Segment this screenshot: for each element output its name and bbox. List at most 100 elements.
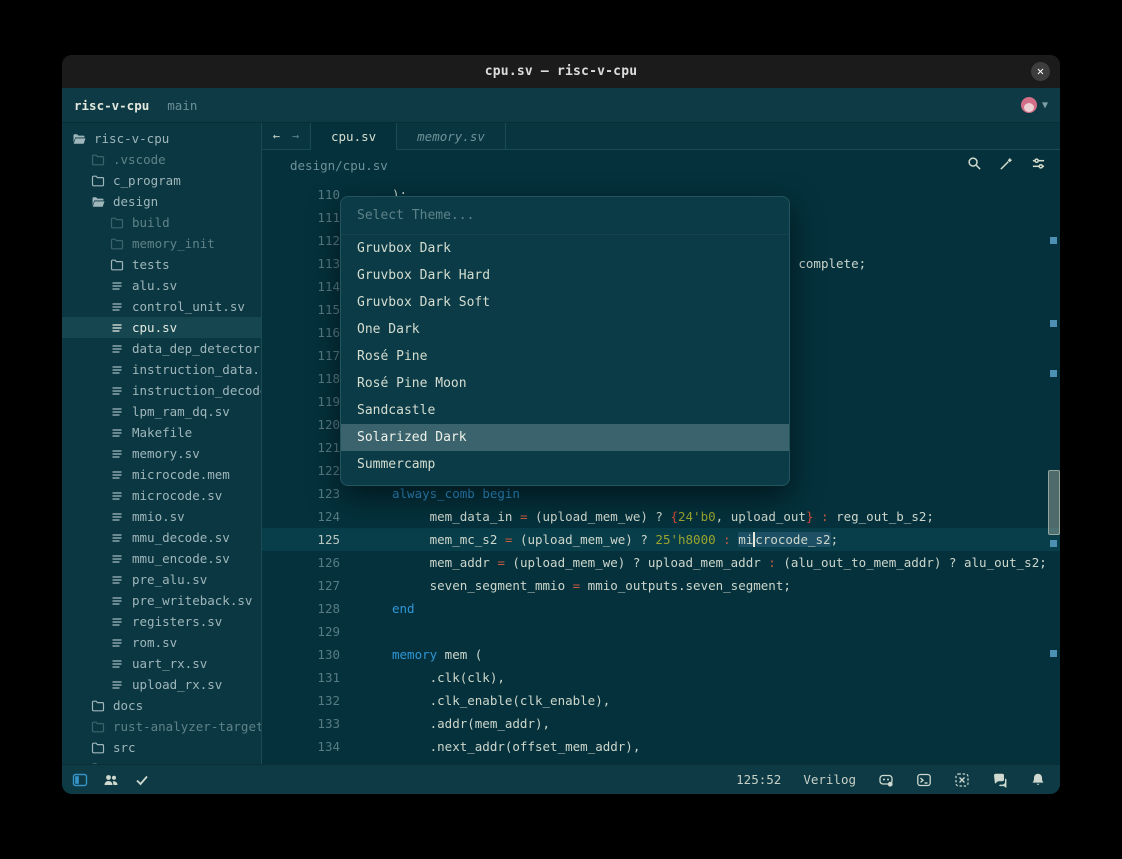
tree-item-mmu_decode.sv[interactable]: mmu_decode.sv bbox=[62, 527, 261, 548]
theme-option-Rosé Pine Moon[interactable]: Rosé Pine Moon bbox=[341, 370, 789, 397]
code-line-127[interactable]: 127 seven_segment_mmio = mmio_outputs.se… bbox=[262, 574, 1060, 597]
window-title: cpu.sv — risc-v-cpu bbox=[485, 64, 638, 79]
nav-forward-icon[interactable]: → bbox=[292, 129, 299, 143]
tree-item-design[interactable]: design bbox=[62, 191, 261, 212]
tree-item-label: pre_alu.sv bbox=[132, 572, 207, 587]
tree-item-label: c_program bbox=[113, 173, 181, 188]
close-icon[interactable]: ✕ bbox=[1031, 62, 1050, 81]
line-number: 124 bbox=[262, 505, 340, 528]
tree-item-pre_writeback.sv[interactable]: pre_writeback.sv bbox=[62, 590, 261, 611]
scrollbar-thumb[interactable] bbox=[1048, 470, 1060, 535]
tree-item-c_program[interactable]: c_program bbox=[62, 170, 261, 191]
file-icon bbox=[110, 510, 124, 524]
theme-option-Summercamp[interactable]: Summercamp bbox=[341, 451, 789, 478]
tree-item-tests[interactable]: tests bbox=[62, 254, 261, 275]
tree-item-Makefile[interactable]: Makefile bbox=[62, 422, 261, 443]
notifications-bell-icon[interactable] bbox=[1030, 772, 1046, 788]
terminal-icon[interactable] bbox=[916, 772, 932, 788]
tree-item-rom.sv[interactable]: rom.sv bbox=[62, 632, 261, 653]
code-line-126[interactable]: 126 mem_addr = (upload_mem_we) ? upload_… bbox=[262, 551, 1060, 574]
tree-item-rust-analyzer-target[interactable]: rust-analyzer-target bbox=[62, 716, 261, 737]
tree-item-pre_alu.sv[interactable]: pre_alu.sv bbox=[62, 569, 261, 590]
chevron-down-icon[interactable]: ▼ bbox=[1042, 100, 1048, 111]
tree-item-control_unit.sv[interactable]: control_unit.sv bbox=[62, 296, 261, 317]
folder-open-icon bbox=[72, 132, 86, 146]
theme-option-Gruvbox Dark[interactable]: Gruvbox Dark bbox=[341, 235, 789, 262]
tree-item-.vscode[interactable]: .vscode bbox=[62, 149, 261, 170]
language-selector[interactable]: Verilog bbox=[803, 772, 856, 787]
line-number: 130 bbox=[262, 643, 340, 666]
theme-search-input[interactable]: Select Theme... bbox=[341, 197, 789, 235]
code-line-134[interactable]: 134 .next_addr(offset_mem_addr), bbox=[262, 735, 1060, 758]
tab-memory.sv[interactable]: memory.sv bbox=[397, 123, 506, 149]
code-line-125[interactable]: 125 mem_mc_s2 = (upload_mem_we) ? 25'h80… bbox=[262, 528, 1060, 551]
code-line-130[interactable]: 130memory mem ( bbox=[262, 643, 1060, 666]
theme-option-Solarized Dark[interactable]: Solarized Dark bbox=[341, 424, 789, 451]
editor-pane: ← → cpu.svmemory.sv design/cpu.sv bbox=[262, 123, 1060, 764]
tree-item-data_dep_detector.sv[interactable]: data_dep_detector.sv bbox=[62, 338, 261, 359]
tree-item-mmu_encode.sv[interactable]: mmu_encode.sv bbox=[62, 548, 261, 569]
tree-item-risc-v-cpu[interactable]: risc-v-cpu bbox=[62, 128, 261, 149]
line-number: 118 bbox=[262, 367, 340, 390]
file-icon bbox=[110, 300, 124, 314]
tree-item-memory.sv[interactable]: memory.sv bbox=[62, 443, 261, 464]
tree-item-instruction_data.sv[interactable]: instruction_data.sv bbox=[62, 359, 261, 380]
code-line-132[interactable]: 132 .clk_enable(clk_enable), bbox=[262, 689, 1060, 712]
tree-item-label: registers.sv bbox=[132, 614, 222, 629]
project-name-button[interactable]: risc-v-cpu bbox=[74, 98, 149, 113]
collaboration-icon[interactable] bbox=[103, 772, 119, 788]
code-line-129[interactable]: 129 bbox=[262, 620, 1060, 643]
magic-wand-icon[interactable] bbox=[999, 156, 1014, 175]
tab-cpu.sv[interactable]: cpu.sv bbox=[311, 123, 397, 150]
project-panel-toggle-icon[interactable] bbox=[72, 772, 88, 788]
file-icon bbox=[110, 594, 124, 608]
chat-icon[interactable] bbox=[992, 772, 1008, 788]
tree-item-microcode.sv[interactable]: microcode.sv bbox=[62, 485, 261, 506]
tree-item-upload_rx.sv[interactable]: upload_rx.sv bbox=[62, 674, 261, 695]
tree-item-registers.sv[interactable]: registers.sv bbox=[62, 611, 261, 632]
scrollbar-marker bbox=[1050, 237, 1057, 244]
tree-item-label: mmu_encode.sv bbox=[132, 551, 230, 566]
theme-option-One Dark[interactable]: One Dark bbox=[341, 316, 789, 343]
theme-option-Gruvbox Dark Soft[interactable]: Gruvbox Dark Soft bbox=[341, 289, 789, 316]
code-line-135[interactable]: 135 .data_in(mem_data_in) bbox=[262, 758, 1060, 764]
code-line-131[interactable]: 131 .clk(clk), bbox=[262, 666, 1060, 689]
code-line-133[interactable]: 133 .addr(mem_addr), bbox=[262, 712, 1060, 735]
avatar[interactable] bbox=[1021, 97, 1037, 113]
line-number: 114 bbox=[262, 275, 340, 298]
theme-option-Rosé Pine[interactable]: Rosé Pine bbox=[341, 343, 789, 370]
tree-item-label: pre_writeback.sv bbox=[132, 593, 252, 608]
search-icon[interactable] bbox=[967, 156, 982, 175]
tree-item-build[interactable]: build bbox=[62, 212, 261, 233]
nav-back-icon[interactable]: ← bbox=[273, 129, 280, 143]
breadcrumb[interactable]: design/cpu.sv bbox=[290, 158, 388, 173]
edit-prediction-icon[interactable] bbox=[878, 772, 894, 788]
tree-item-src[interactable]: src bbox=[62, 737, 261, 758]
code-settings-icon[interactable] bbox=[1031, 156, 1046, 175]
tree-item-microcode.mem[interactable]: microcode.mem bbox=[62, 464, 261, 485]
tree-item-label: lpm_ram_dq.sv bbox=[132, 404, 230, 419]
tree-item-mmio.sv[interactable]: mmio.sv bbox=[62, 506, 261, 527]
tree-item-docs[interactable]: docs bbox=[62, 695, 261, 716]
line-number: 131 bbox=[262, 666, 340, 689]
branch-button[interactable]: main bbox=[167, 98, 197, 113]
tree-item-uart_rx.sv[interactable]: uart_rx.sv bbox=[62, 653, 261, 674]
app-window: cpu.sv — risc-v-cpu ✕ risc-v-cpu main ▼ … bbox=[62, 55, 1060, 794]
tree-item-memory_init[interactable]: memory_init bbox=[62, 233, 261, 254]
theme-option-Sandcastle[interactable]: Sandcastle bbox=[341, 397, 789, 424]
folder-icon bbox=[91, 699, 105, 713]
line-number: 110 bbox=[262, 183, 340, 206]
diagnostics-check-icon[interactable] bbox=[134, 772, 150, 788]
code-line-124[interactable]: 124 mem_data_in = (upload_mem_we) ? {24'… bbox=[262, 505, 1060, 528]
tree-item-instruction_decoder.sv[interactable]: instruction_decoder.sv bbox=[62, 380, 261, 401]
assistant-panel-icon[interactable] bbox=[954, 772, 970, 788]
theme-option-Gruvbox Dark Hard[interactable]: Gruvbox Dark Hard bbox=[341, 262, 789, 289]
line-number: 111 bbox=[262, 206, 340, 229]
tree-item-cpu.sv[interactable]: cpu.sv bbox=[62, 317, 261, 338]
tree-item-lpm_ram_dq.sv[interactable]: lpm_ram_dq.sv bbox=[62, 401, 261, 422]
tree-item-alu.sv[interactable]: alu.sv bbox=[62, 275, 261, 296]
code-line-128[interactable]: 128end bbox=[262, 597, 1060, 620]
cursor-position[interactable]: 125:52 bbox=[736, 772, 781, 787]
theme-options: Gruvbox DarkGruvbox Dark HardGruvbox Dar… bbox=[341, 235, 789, 478]
word-highlight: crocode_s2 bbox=[755, 532, 830, 547]
